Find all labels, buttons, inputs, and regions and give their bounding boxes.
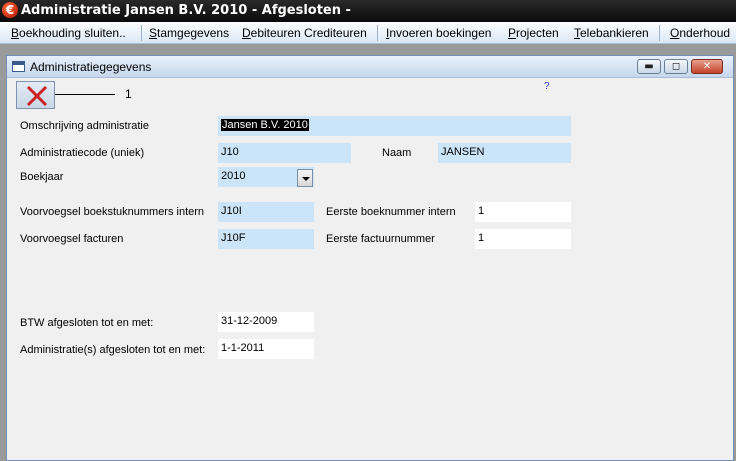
menu-projecten[interactable]: Projecten	[508, 26, 559, 40]
adm-afgesloten-field[interactable]: 1-1-2011	[218, 339, 314, 359]
menu-separator	[141, 25, 142, 41]
app-title: Administratie Jansen B.V. 2010 - Afgeslo…	[21, 3, 351, 18]
window-title: Administratiegegevens	[30, 60, 152, 74]
voorvoegsel-boek-label: Voorvoegsel boekstuknummers intern	[20, 206, 205, 218]
app-title-bar: € Administratie Jansen B.V. 2010 - Afges…	[0, 0, 736, 22]
menu-invoeren-boekingen[interactable]: Invoeren boekingen	[386, 26, 491, 40]
form-icon	[12, 61, 25, 72]
chevron-down-icon[interactable]	[297, 169, 313, 187]
menu-bar: Boekhouding sluiten.. Stamgegevens Debit…	[0, 22, 736, 44]
omschrijving-field[interactable]: Jansen B.V. 2010	[218, 116, 571, 136]
eerste-boek-field[interactable]: 1	[475, 202, 571, 222]
naam-field[interactable]: JANSEN	[438, 143, 571, 163]
naam-label: Naam	[382, 147, 412, 159]
menu-debiteuren-crediteuren[interactable]: Debiteuren Crediteuren	[242, 26, 367, 40]
voorvoegsel-fact-field[interactable]: J10F	[218, 229, 314, 249]
administratiegegevens-window: Administratiegegevens ▬ ◻ ✕ 1 ? Omschrij…	[6, 55, 734, 461]
eerste-fact-field[interactable]: 1	[475, 229, 571, 249]
callout-line	[55, 94, 115, 95]
menu-separator	[377, 25, 378, 41]
restore-button[interactable]: ◻	[664, 59, 688, 74]
minimize-button[interactable]: ▬	[637, 59, 661, 74]
menu-stamgegevens[interactable]: Stamgegevens	[149, 26, 229, 40]
voorvoegsel-boek-field[interactable]: J10I	[218, 202, 314, 222]
window-title-bar: Administratiegegevens ▬ ◻ ✕	[7, 56, 733, 78]
boekjaar-label: Boekjaar	[20, 171, 64, 183]
voorvoegsel-fact-label: Voorvoegsel facturen	[20, 233, 124, 245]
menu-boekhouding-sluiten[interactable]: Boekhouding sluiten..	[11, 26, 126, 40]
menu-separator	[659, 25, 660, 41]
omschrijving-label: Omschrijving administratie	[20, 120, 149, 132]
eerste-boek-label: Eerste boeknummer intern	[326, 206, 456, 218]
code-field[interactable]: J10	[218, 143, 351, 163]
eerste-fact-label: Eerste factuurnummer	[326, 233, 435, 245]
code-label: Administratiecode (uniek)	[20, 147, 145, 159]
close-form-button[interactable]	[16, 81, 55, 109]
menu-onderhoud[interactable]: Onderhoud	[670, 26, 730, 40]
btw-label: BTW afgesloten tot en met:	[20, 317, 154, 329]
menu-telebankieren[interactable]: Telebankieren	[574, 26, 649, 40]
close-window-button[interactable]: ✕	[691, 59, 723, 74]
callout-number: 1	[125, 87, 132, 101]
adm-afgesloten-label: Administratie(s) afgesloten tot en met:	[20, 344, 206, 356]
euro-icon: €	[2, 2, 18, 18]
omschrijving-value: Jansen B.V. 2010	[221, 119, 309, 131]
btw-field[interactable]: 31-12-2009	[218, 312, 314, 332]
red-x-icon	[26, 85, 48, 107]
help-link[interactable]: ?	[544, 81, 550, 92]
